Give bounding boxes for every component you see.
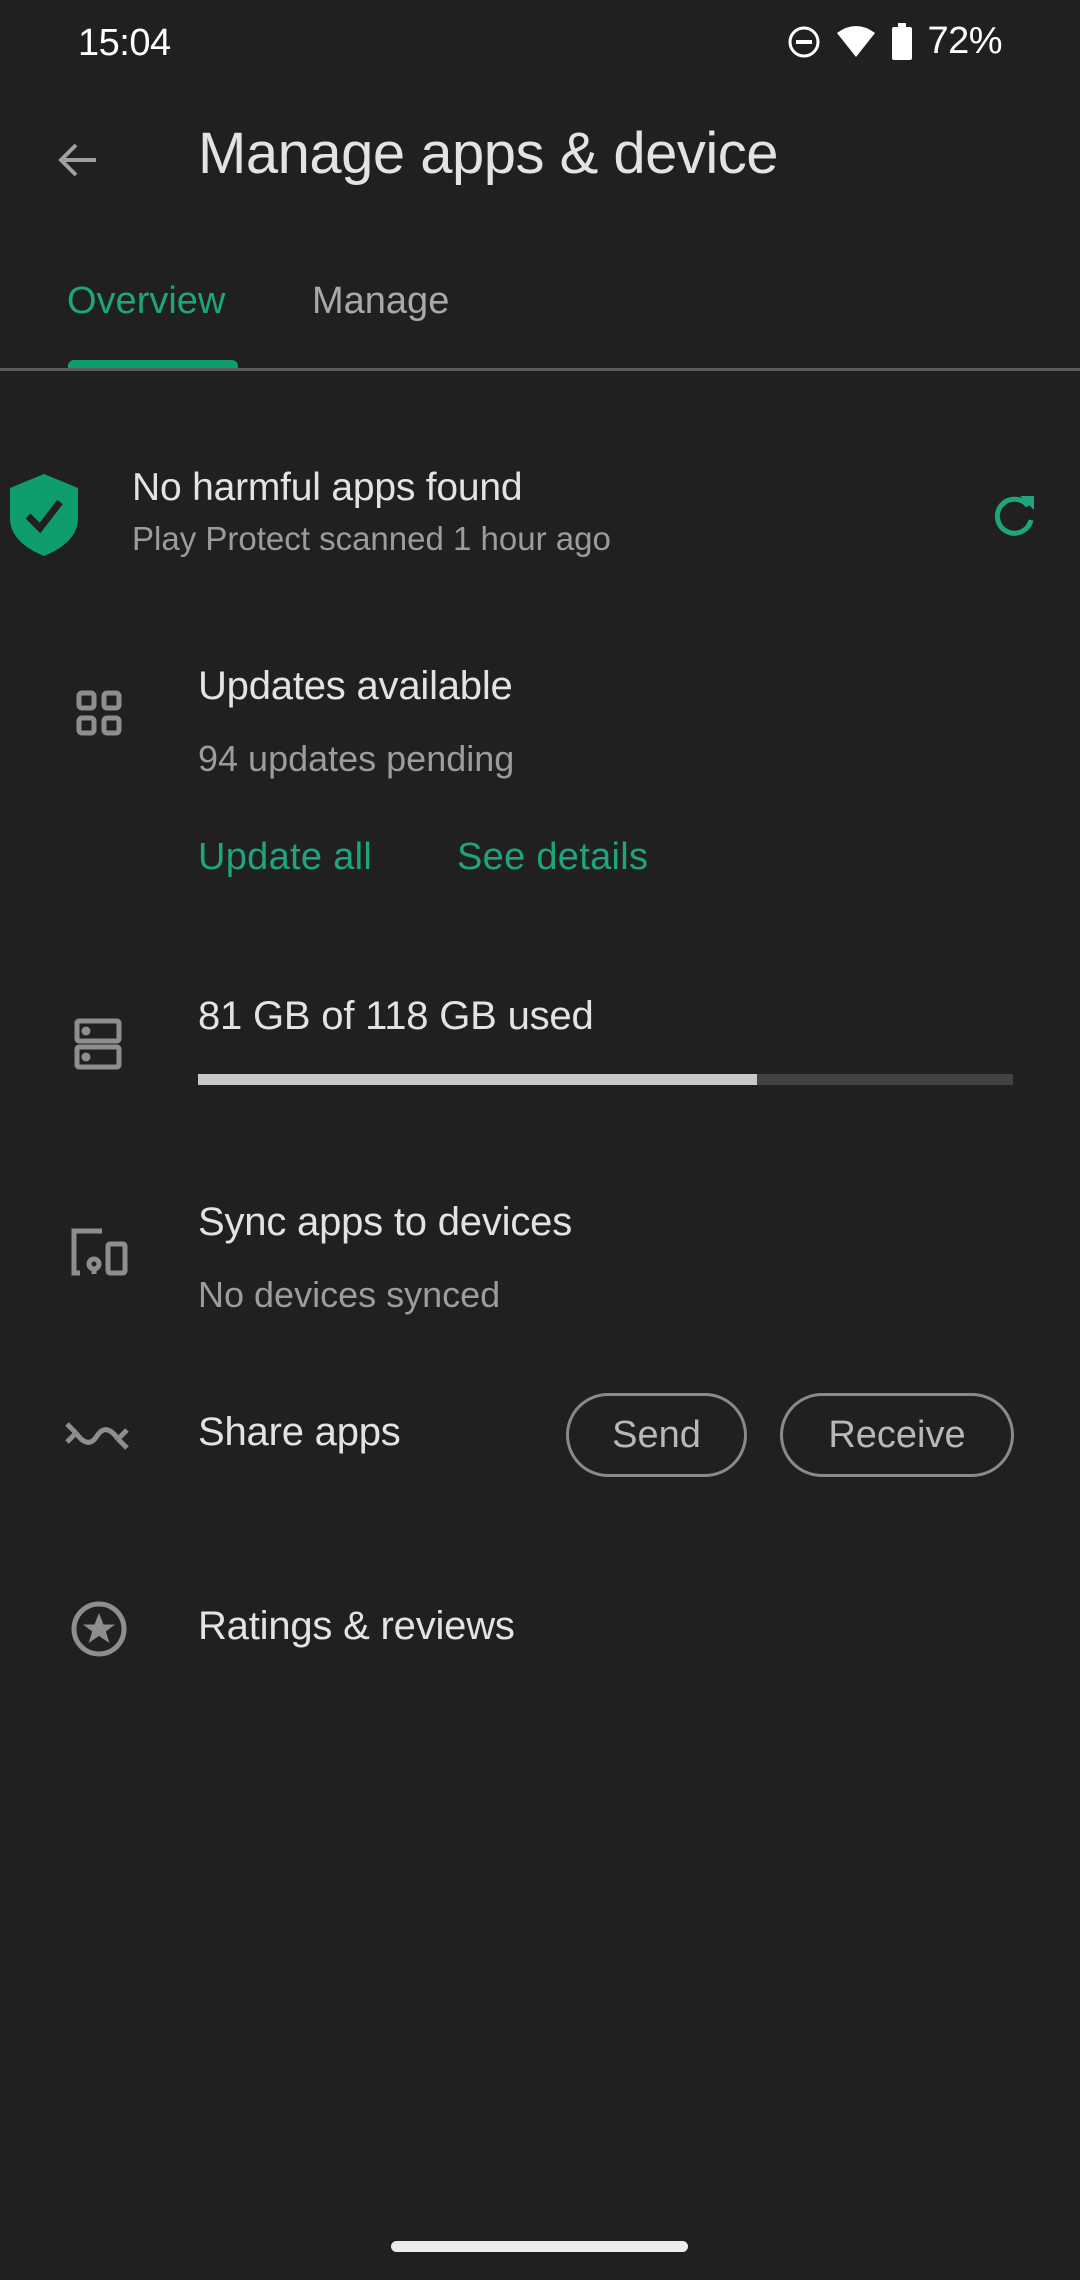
- send-button[interactable]: Send: [566, 1393, 747, 1477]
- play-protect-row[interactable]: No harmful apps found Play Protect scann…: [0, 460, 1080, 570]
- shield-check-icon: [10, 474, 78, 556]
- page-title: Manage apps & device: [198, 121, 779, 186]
- devices-icon: [70, 1228, 128, 1276]
- star-circle-icon: [70, 1600, 128, 1658]
- ratings-title: Ratings & reviews: [198, 1604, 515, 1648]
- storage-icon: [74, 1018, 122, 1070]
- tabs-divider: [0, 368, 1080, 371]
- arrow-back-icon: [54, 136, 102, 189]
- refresh-icon: [990, 492, 1038, 545]
- sync-title: Sync apps to devices: [198, 1200, 572, 1244]
- do-not-disturb-icon: [787, 25, 821, 59]
- back-button[interactable]: [46, 130, 110, 194]
- share-apps-title: Share apps: [198, 1410, 401, 1454]
- ratings-reviews-row[interactable]: Ratings & reviews: [0, 1580, 1080, 1680]
- apps-grid-icon: [76, 690, 122, 736]
- play-protect-subtitle: Play Protect scanned 1 hour ago: [132, 520, 611, 557]
- tab-manage[interactable]: Manage: [312, 280, 449, 323]
- tab-overview[interactable]: Overview: [67, 280, 225, 323]
- wifi-icon: [835, 25, 877, 59]
- status-time: 15:04: [78, 22, 171, 64]
- status-icons: 72%: [787, 20, 1002, 63]
- updates-subtitle: 94 updates pending: [198, 738, 515, 779]
- storage-progress-bar: [198, 1074, 1013, 1085]
- update-all-button[interactable]: Update all: [198, 836, 372, 879]
- updates-title: Updates available: [198, 664, 513, 708]
- battery-percent: 72%: [927, 20, 1002, 62]
- play-protect-title: No harmful apps found: [132, 466, 523, 509]
- storage-label: 81 GB of 118 GB used: [198, 994, 594, 1038]
- see-details-button[interactable]: See details: [457, 836, 648, 879]
- sync-apps-row[interactable]: Sync apps to devices No devices synced: [0, 1190, 1080, 1330]
- receive-button[interactable]: Receive: [780, 1393, 1014, 1477]
- storage-progress-fill: [198, 1074, 758, 1085]
- sync-subtitle: No devices synced: [198, 1274, 501, 1315]
- battery-icon: [891, 22, 913, 61]
- share-apps-icon: [64, 1418, 130, 1454]
- home-indicator[interactable]: [391, 2241, 688, 2252]
- refresh-button[interactable]: [982, 486, 1046, 550]
